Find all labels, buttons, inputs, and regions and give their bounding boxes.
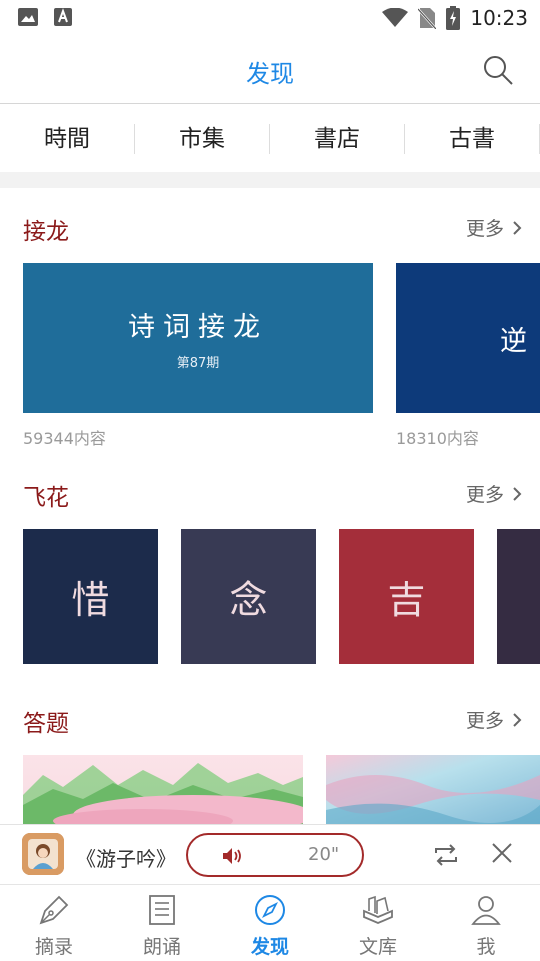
tab-library[interactable]: 文库 xyxy=(324,885,432,961)
more-link[interactable]: 更多 xyxy=(466,706,522,733)
category-bar: 時間 市集 書店 古書 xyxy=(0,105,540,172)
status-time: 10:23 xyxy=(470,6,528,30)
section-title: 答题 xyxy=(23,711,69,737)
tab-label: 摘录 xyxy=(34,936,73,958)
section-title: 接龙 xyxy=(23,219,69,245)
card-count: 18310内容 xyxy=(396,429,479,448)
player-duration: 20" xyxy=(308,844,340,865)
more-label: 更多 xyxy=(465,484,504,506)
status-bar: 10:23 xyxy=(0,0,540,36)
more-label: 更多 xyxy=(465,710,504,732)
player-track-title: 《游子吟》 xyxy=(76,847,176,871)
card-count: 59344内容 xyxy=(23,429,106,448)
battery-icon xyxy=(446,6,461,30)
chevron-right-icon xyxy=(513,486,522,501)
quiz-card-watercolor[interactable] xyxy=(326,755,540,825)
books-icon xyxy=(363,895,393,924)
voice-playback-button[interactable]: 20" xyxy=(186,833,364,877)
tab-excerpt[interactable]: 摘录 xyxy=(0,885,108,961)
quiz-card-mountains[interactable] xyxy=(23,755,303,825)
card-title: 逆 xyxy=(500,325,535,357)
tile-char: 吉 xyxy=(387,578,426,622)
wifi-icon xyxy=(382,8,409,27)
tab-label: 发现 xyxy=(250,936,289,958)
feihua-tile[interactable]: 惜 xyxy=(23,529,158,664)
compass-icon xyxy=(255,895,285,925)
bottom-tab-bar: 摘录 朗诵 发现 文库 我 xyxy=(0,884,540,960)
document-icon xyxy=(149,895,175,925)
tab-label: 我 xyxy=(476,936,496,958)
category-market[interactable]: 市集 xyxy=(135,123,270,154)
card-issue: 第87期 xyxy=(176,356,220,371)
close-icon[interactable] xyxy=(490,841,514,865)
tab-label: 文库 xyxy=(358,936,397,958)
player-avatar[interactable] xyxy=(22,833,64,875)
font-icon xyxy=(54,8,72,26)
more-link[interactable]: 更多 xyxy=(466,214,522,241)
mini-player: 《游子吟》 20" xyxy=(0,824,540,884)
tab-me[interactable]: 我 xyxy=(432,885,540,961)
section-header-jielong: 接龙 更多 xyxy=(0,208,540,248)
category-bookstore[interactable]: 書店 xyxy=(270,123,405,154)
speaker-icon xyxy=(223,848,241,864)
top-bar: 发现 xyxy=(0,36,540,104)
tab-recite[interactable]: 朗诵 xyxy=(108,885,216,961)
tile-char: 念 xyxy=(229,578,268,622)
feihua-tile[interactable] xyxy=(497,529,540,664)
card-jielong-second[interactable]: 逆 xyxy=(396,263,540,413)
card-jielong-main[interactable]: 诗词接龙 第87期 xyxy=(23,263,373,413)
no-sim-icon xyxy=(418,8,437,29)
tab-label: 朗诵 xyxy=(142,936,181,958)
category-ancient-books[interactable]: 古書 xyxy=(405,123,540,154)
repeat-icon[interactable] xyxy=(432,841,460,869)
feihua-tile[interactable]: 念 xyxy=(181,529,316,664)
more-label: 更多 xyxy=(465,218,504,240)
chevron-right-icon xyxy=(513,220,522,235)
image-icon xyxy=(18,8,38,26)
page-title: 发现 xyxy=(246,60,294,88)
divider xyxy=(0,172,540,188)
chevron-right-icon xyxy=(513,712,522,727)
search-icon[interactable] xyxy=(482,54,514,86)
section-title: 飞花 xyxy=(23,485,69,511)
user-icon xyxy=(471,896,501,925)
feihua-tile[interactable]: 吉 xyxy=(339,529,474,664)
section-header-feihua: 飞花 更多 xyxy=(0,474,540,514)
more-link[interactable]: 更多 xyxy=(466,480,522,507)
tab-discover[interactable]: 发现 xyxy=(216,885,324,961)
card-title: 诗词接龙 xyxy=(128,312,268,343)
tile-char: 惜 xyxy=(71,578,110,622)
pen-icon xyxy=(39,895,69,925)
section-header-dati: 答题 更多 xyxy=(0,700,540,740)
category-time[interactable]: 時間 xyxy=(0,123,135,154)
